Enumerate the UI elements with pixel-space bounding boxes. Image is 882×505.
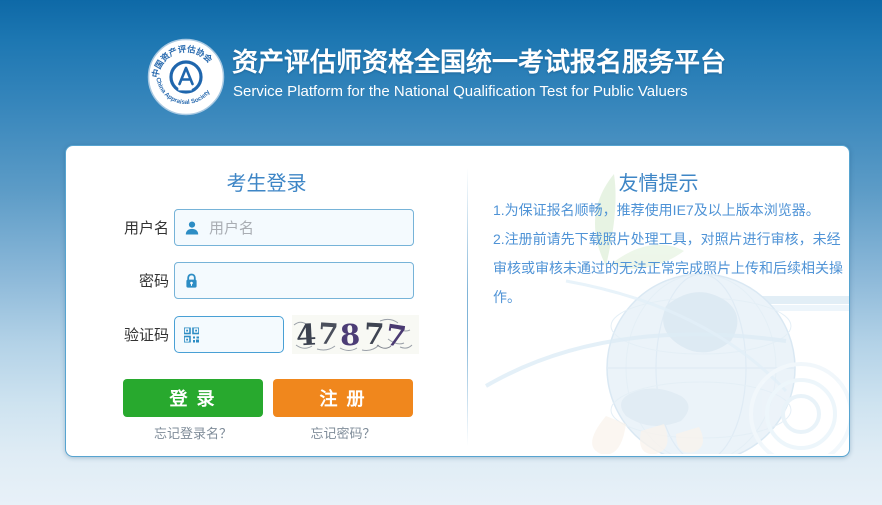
captcha-field-wrap (174, 316, 284, 353)
tip-item-1: 1.为保证报名顺畅，推荐使用IE7及以上版本浏览器。 (493, 196, 845, 225)
username-label: 用户名 (66, 217, 169, 238)
platform-title-english: Service Platform for the National Qualif… (233, 83, 688, 100)
tips-body: 1.为保证报名顺畅，推荐使用IE7及以上版本浏览器。 2.注册前请先下载照片处理… (493, 196, 845, 312)
tip-item-2: 2.注册前请先下载照片处理工具，对照片进行审核，未经审核或审核未通过的无法正常完… (493, 225, 845, 312)
forgot-password-link[interactable]: 忘记密码？ (273, 423, 413, 442)
register-button[interactable]: 注 册 (273, 379, 413, 417)
login-panel: 考生登录 用户名 密码 验证码 (66, 146, 467, 456)
forgot-username-link[interactable]: 忘记登录名？ (123, 423, 263, 442)
username-input[interactable] (207, 210, 411, 247)
captcha-row: 验证码 (66, 315, 419, 354)
password-input[interactable] (207, 263, 411, 300)
password-field-wrap (174, 262, 414, 299)
captcha-digits: 4 7 8 7 7 (296, 316, 416, 352)
login-button[interactable]: 登 录 (123, 379, 263, 417)
captcha-image[interactable]: 4 7 8 7 7 (292, 315, 419, 354)
tips-panel: 友情提示 1.为保证报名顺畅，推荐使用IE7及以上版本浏览器。 2.注册前请先下… (468, 146, 849, 456)
login-card: 考生登录 用户名 密码 验证码 (65, 145, 850, 457)
user-icon (184, 220, 200, 236)
lock-icon (184, 273, 199, 289)
tips-panel-title: 友情提示 (468, 167, 849, 196)
password-row: 密码 (66, 262, 414, 299)
username-row: 用户名 (66, 209, 414, 246)
captcha-input[interactable] (207, 317, 281, 354)
china-appraisal-society-logo-icon: 中国资产评估协会 China Appraisal Society (147, 38, 225, 116)
password-label: 密码 (66, 270, 169, 291)
platform-title-chinese: 资产评估师资格全国统一考试报名服务平台 (232, 42, 726, 79)
username-field-wrap (174, 209, 414, 246)
captcha-label: 验证码 (66, 324, 169, 345)
page-header: 中国资产评估协会 China Appraisal Society 资产评估师资格… (0, 0, 882, 145)
captcha-qr-icon (184, 327, 199, 342)
login-panel-title: 考生登录 (66, 167, 467, 196)
